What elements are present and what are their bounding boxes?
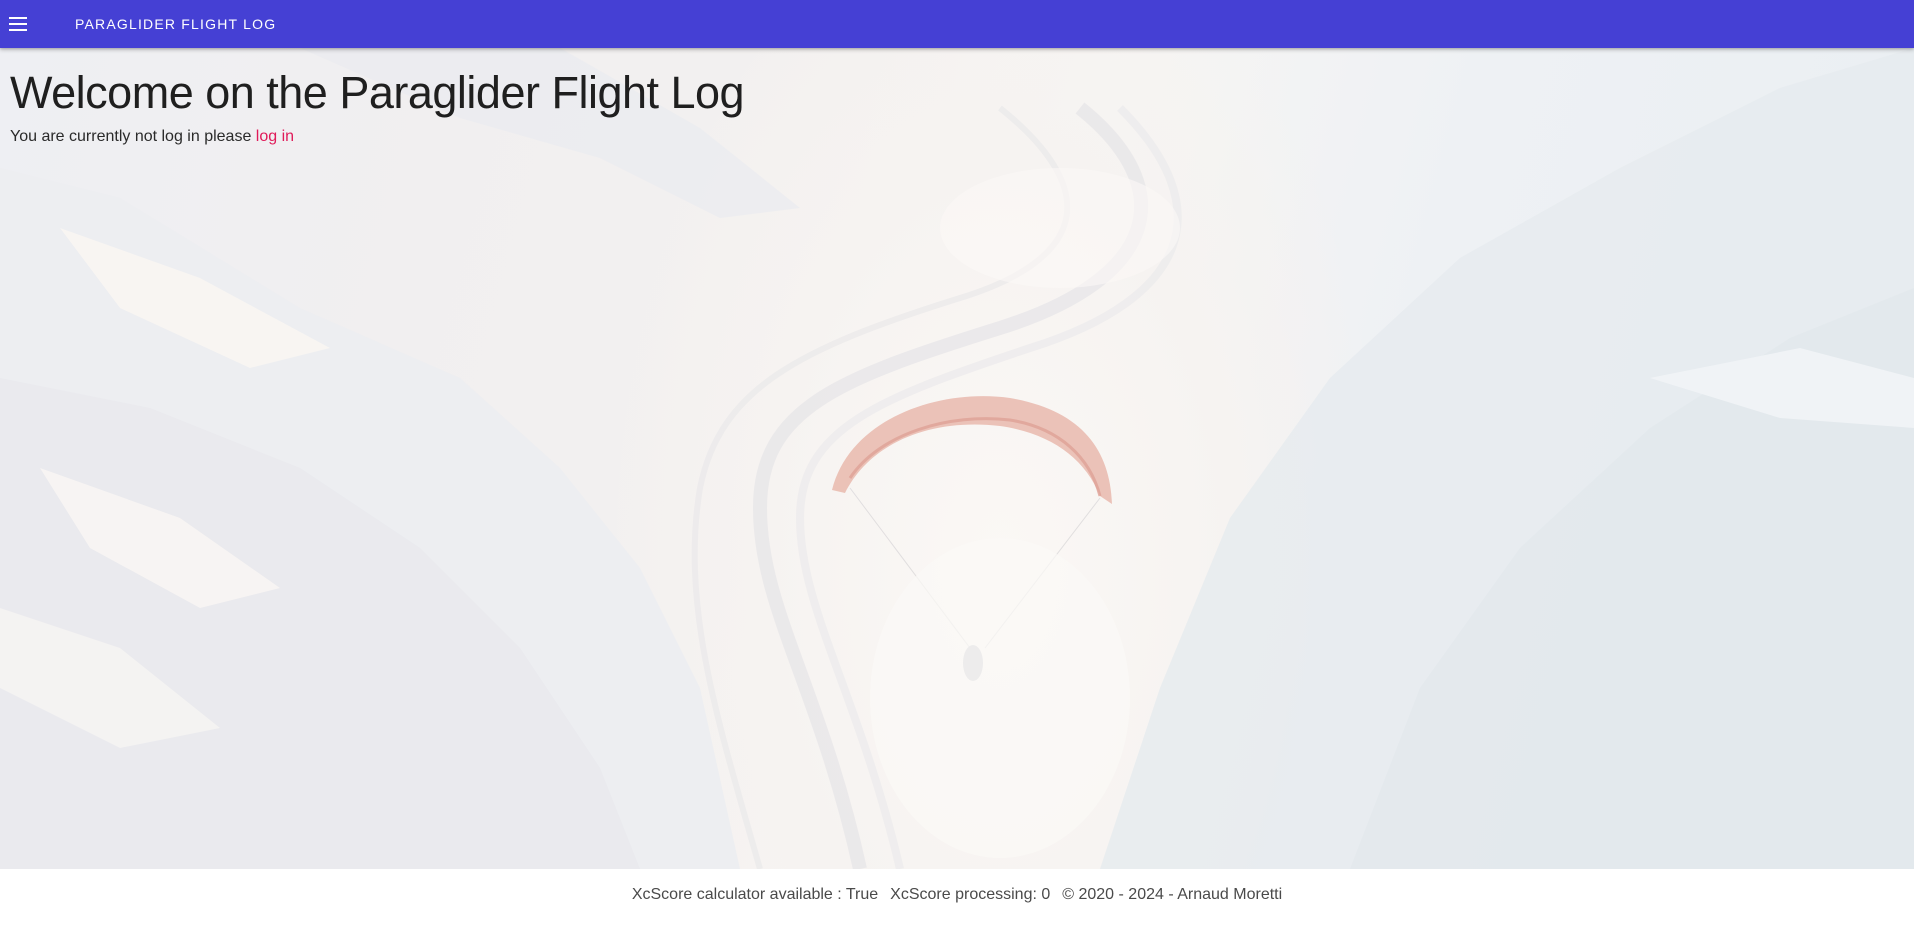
background-scene — [0, 48, 1914, 869]
footer: XcScore calculator available : True XcSc… — [0, 869, 1914, 925]
menu-button[interactable] — [0, 0, 43, 48]
copyright-text: © 2020 - 2024 - Arnaud Moretti — [1062, 886, 1283, 903]
app-title: Paraglider Flight Log — [75, 16, 277, 32]
xcscore-available-status: XcScore calculator available : True — [631, 886, 879, 903]
login-prompt-text: You are currently not log in please — [10, 128, 252, 146]
app-root: Paraglider Flight Log Welcome on the Par… — [0, 0, 1914, 925]
menu-icon — [9, 17, 27, 31]
main-content: Welcome on the Paraglider Flight Log You… — [10, 48, 745, 146]
background-image — [0, 48, 1914, 869]
xcscore-processing-status: XcScore processing: 0 — [890, 886, 1051, 903]
top-app-bar: Paraglider Flight Log — [0, 0, 1914, 48]
page-title: Welcome on the Paraglider Flight Log — [10, 67, 745, 118]
login-prompt: You are currently not log in please log … — [10, 128, 744, 146]
login-link[interactable]: log in — [256, 128, 294, 145]
